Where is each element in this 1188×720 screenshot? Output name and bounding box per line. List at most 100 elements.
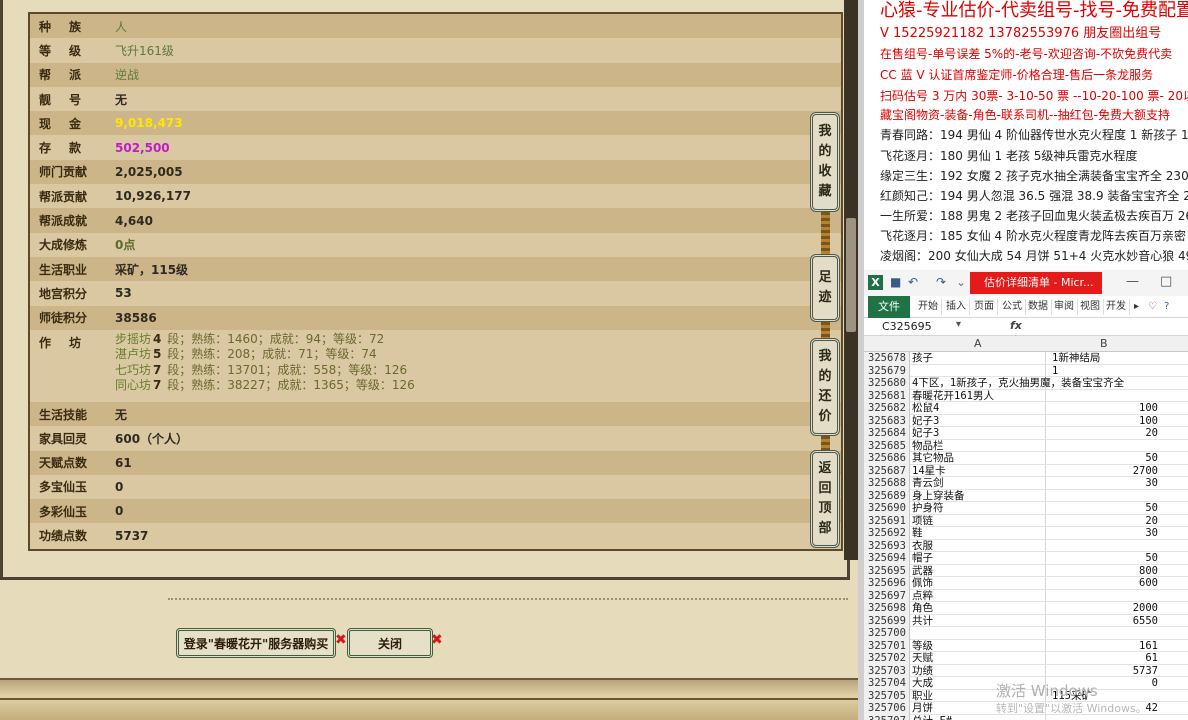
cell-b[interactable]: 161 <box>1046 640 1158 653</box>
cell-a[interactable]: 等级 <box>912 640 933 653</box>
cell-b[interactable]: 100 <box>1046 415 1158 428</box>
cell-a[interactable]: 帽子 <box>912 552 933 565</box>
cell-a[interactable]: 其它物品 <box>912 452 954 465</box>
row-number[interactable]: 325706 <box>864 702 910 715</box>
tab-page[interactable]: 页面 <box>974 299 998 315</box>
redo-icon[interactable]: ↷ <box>936 275 946 289</box>
sheet-grid[interactable]: 325678 孩子 1新神结局 325679 1 325680 4下区，1新孩子，克火抽男魔… <box>864 352 1188 720</box>
row-number[interactable]: 325707 <box>864 714 910 720</box>
row-number[interactable]: 325702 <box>864 652 910 665</box>
row-number[interactable]: 325696 <box>864 577 910 590</box>
row-number[interactable]: 325681 <box>864 389 910 402</box>
column-b-header[interactable]: B <box>1100 337 1108 350</box>
cell-a[interactable]: 月饼 <box>912 702 933 715</box>
cell-a[interactable]: 妃子3 <box>912 415 939 428</box>
name-box[interactable]: C325695 <box>870 319 958 335</box>
heart-icon[interactable]: ♡ <box>1148 299 1160 315</box>
name-box-dropdown-icon[interactable]: ▾ <box>956 319 961 330</box>
row-number[interactable]: 325686 <box>864 452 910 465</box>
row-number[interactable]: 325679 <box>864 364 910 377</box>
cell-a[interactable]: 护身符 <box>912 502 944 515</box>
row-number[interactable]: 325693 <box>864 539 910 552</box>
cell-b[interactable]: 2700 <box>1046 465 1158 478</box>
cell-a[interactable]: 天赋 <box>912 652 933 665</box>
row-number[interactable]: 325698 <box>864 602 910 615</box>
cell-a[interactable]: 春暖花开161男人 <box>912 390 994 403</box>
row-number[interactable]: 325699 <box>864 614 910 627</box>
column-a-header[interactable]: A <box>974 337 982 350</box>
fx-icon[interactable]: fx <box>1010 319 1022 332</box>
cell-a[interactable]: 4下区，1新孩子，克火抽男魔，装备宝宝齐全 <box>912 377 1124 390</box>
my-offers-button[interactable]: 我的还价 <box>810 338 840 436</box>
row-number[interactable]: 325682 <box>864 402 910 415</box>
cell-b[interactable]: 600 <box>1046 577 1158 590</box>
row-number[interactable]: 325692 <box>864 527 910 540</box>
cell-a[interactable]: 妃子3 <box>912 427 939 440</box>
cell-a[interactable]: 青云剑 <box>912 477 944 490</box>
cell-a[interactable]: 物品栏 <box>912 440 944 453</box>
row-number[interactable]: 325678 <box>864 352 910 365</box>
tab-formula[interactable]: 公式 <box>1002 299 1026 315</box>
cell-a[interactable]: 松鼠4 <box>912 402 939 415</box>
customize-icon[interactable]: ⌄ <box>956 275 966 289</box>
cell-a[interactable]: 佩饰 <box>912 577 933 590</box>
cell-a[interactable]: 武器 <box>912 565 933 578</box>
row-number[interactable]: 325701 <box>864 639 910 652</box>
tab-insert[interactable]: 插入 <box>946 299 970 315</box>
cell-a[interactable]: 孩子 <box>912 352 933 365</box>
tab-file[interactable]: 文件 <box>868 296 910 318</box>
row-number[interactable]: 325690 <box>864 502 910 515</box>
scrollbar-thumb[interactable] <box>846 218 856 332</box>
cell-a[interactable]: 衣服 <box>912 540 933 553</box>
row-number[interactable]: 325695 <box>864 564 910 577</box>
cell-b[interactable]: 50 <box>1046 502 1158 515</box>
cell-b[interactable]: 50 <box>1046 552 1158 565</box>
cell-a[interactable]: 共计 <box>912 615 933 628</box>
cell-a[interactable]: 14星卡 <box>912 465 946 478</box>
cell-a[interactable]: 总计 F# <box>912 715 952 720</box>
row-number[interactable]: 325691 <box>864 514 910 527</box>
cell-b[interactable]: 6550 <box>1046 615 1158 628</box>
cell-a[interactable]: 项链 <box>912 515 933 528</box>
cell-b[interactable]: 20 <box>1046 427 1158 440</box>
row-number[interactable]: 325697 <box>864 589 910 602</box>
tab-developer[interactable]: 开发 <box>1106 299 1130 315</box>
cell-a[interactable]: 身上穿装备 <box>912 490 965 503</box>
cell-a[interactable]: 大成 <box>912 677 933 690</box>
cell-a[interactable]: 鞋 <box>912 527 923 540</box>
undo-icon[interactable]: ↶ <box>908 275 918 289</box>
cell-b[interactable]: 20 <box>1046 515 1158 528</box>
row-number[interactable]: 325688 <box>864 477 910 490</box>
help-icon[interactable]: ? <box>1164 299 1172 315</box>
cell-b[interactable]: 50 <box>1046 452 1158 465</box>
cell-a[interactable]: 职业 <box>912 690 933 703</box>
cell-b[interactable]: 30 <box>1046 527 1158 540</box>
cell-a[interactable]: 功绩 <box>912 665 933 678</box>
row-number[interactable]: 325700 <box>864 627 910 640</box>
row-number[interactable]: 325687 <box>864 464 910 477</box>
cell-a[interactable]: 角色 <box>912 602 933 615</box>
cell-b[interactable]: 100 <box>1046 402 1158 415</box>
row-number[interactable]: 325684 <box>864 427 910 440</box>
row-number[interactable]: 325680 <box>864 377 910 390</box>
cell-b[interactable]: 61 <box>1046 652 1158 665</box>
row-number[interactable]: 325705 <box>864 689 910 702</box>
tab-review[interactable]: 审阅 <box>1054 299 1078 315</box>
tab-home[interactable]: 开始 <box>918 299 942 315</box>
tab-data[interactable]: 数据 <box>1028 299 1052 315</box>
my-favorites-button[interactable]: 我的收藏 <box>810 112 840 212</box>
footprints-button[interactable]: 足迹 <box>810 254 840 322</box>
minimize-icon[interactable]: — <box>1126 274 1139 289</box>
cell-b[interactable]: 800 <box>1046 565 1158 578</box>
row-number[interactable]: 325703 <box>864 664 910 677</box>
login-buy-button[interactable]: 登录"春暖花开"服务器购买 <box>176 628 336 658</box>
more-tabs-icon[interactable]: ▸ <box>1134 299 1142 315</box>
cell-b[interactable]: 5737 <box>1046 665 1158 678</box>
close-button[interactable]: 关闭 <box>347 628 433 658</box>
tab-view[interactable]: 视图 <box>1080 299 1104 315</box>
row-number[interactable]: 325689 <box>864 489 910 502</box>
cell-b[interactable]: 1 <box>1052 365 1058 378</box>
row-number[interactable]: 325694 <box>864 552 910 565</box>
save-icon[interactable]: ■ <box>890 275 901 289</box>
row-number[interactable]: 325704 <box>864 677 910 690</box>
